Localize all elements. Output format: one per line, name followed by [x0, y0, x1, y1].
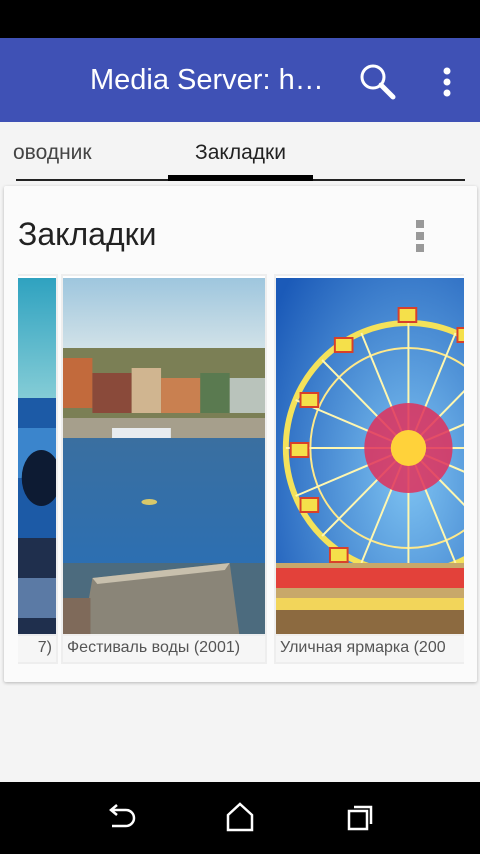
app-title: Media Server: h…: [90, 64, 324, 96]
card-title: Закладки: [18, 216, 157, 252]
bookmark-caption: Фестиваль воды (2001): [63, 634, 265, 662]
card-more-icon[interactable]: [408, 216, 432, 256]
status-bar: [0, 0, 480, 38]
tab-explorer[interactable]: оводник: [0, 122, 160, 180]
bookmarks-card: Закладки 7) Фестиваль воды (2001) Улична…: [4, 186, 477, 682]
bookmark-item[interactable]: 7): [18, 274, 58, 664]
recent-apps-icon[interactable]: [340, 800, 380, 836]
navigation-bar: [0, 782, 480, 854]
bookmark-item[interactable]: Уличная ярмарка (200: [274, 274, 464, 664]
more-vert-icon[interactable]: [432, 62, 462, 102]
bookmark-caption: 7): [18, 634, 56, 662]
tab-bookmarks[interactable]: Закладки: [168, 122, 313, 180]
bookmark-caption: Уличная ярмарка (200: [276, 634, 464, 662]
bookmark-gallery[interactable]: 7) Фестиваль воды (2001) Уличная ярмарка…: [18, 274, 464, 668]
search-icon[interactable]: [356, 60, 398, 102]
tab-bar: оводник Закладки: [0, 122, 480, 184]
bookmark-item[interactable]: Фестиваль воды (2001): [61, 274, 267, 664]
home-icon[interactable]: [220, 800, 260, 836]
ferris-wheel-photo: [276, 278, 464, 636]
back-icon[interactable]: [100, 800, 140, 836]
car-photo: [18, 278, 56, 636]
tab-indicator: [168, 175, 313, 181]
app-bar: Media Server: h…: [0, 38, 480, 122]
harbor-city-photo: [63, 278, 265, 636]
